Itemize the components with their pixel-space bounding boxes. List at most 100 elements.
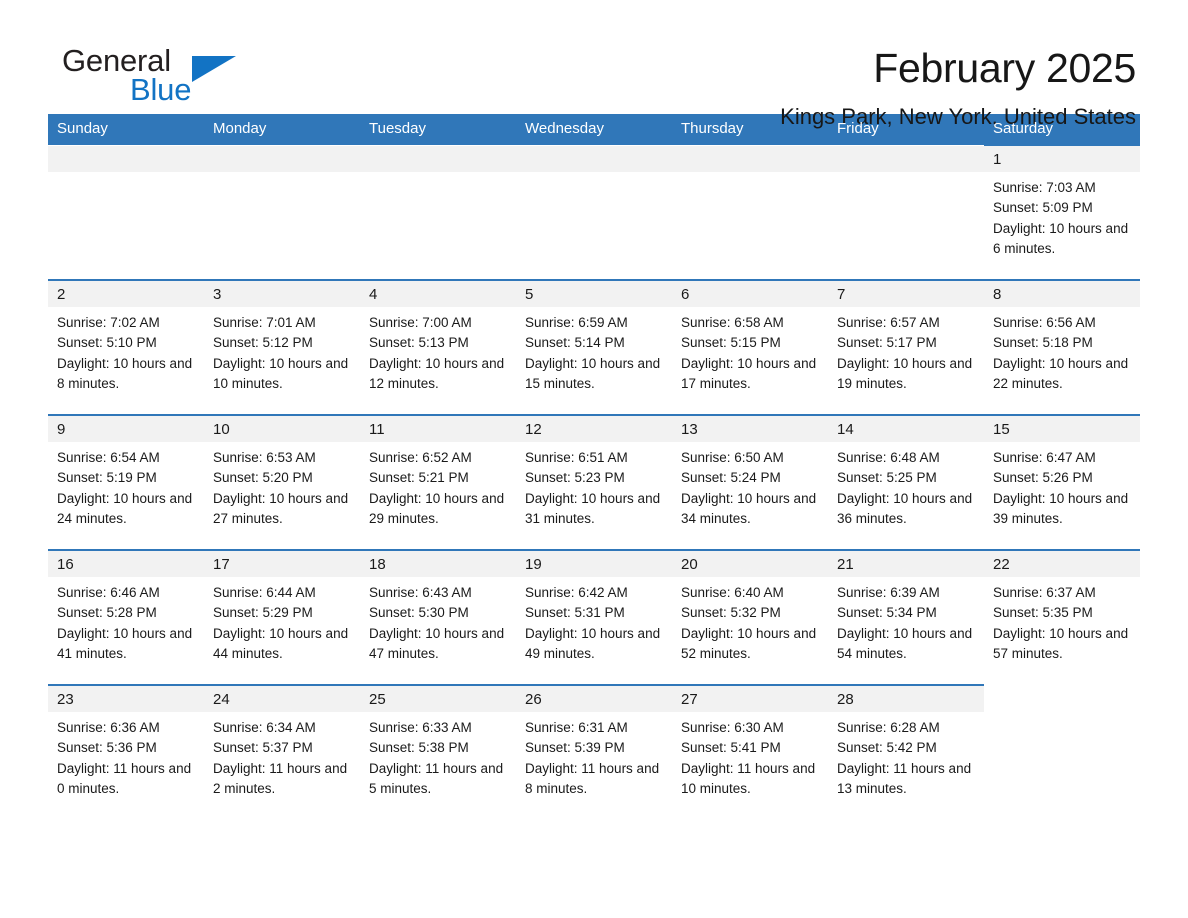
calendar-day-cell[interactable]: 13 Sunrise: 6:50 AM Sunset: 5:24 PM Dayligh… (672, 414, 828, 550)
calendar-week-row: 23 Sunrise: 6:36 AM Sunset: 5:36 PM Dayligh… (48, 684, 1140, 820)
sunset-text: Sunset: 5:20 PM (213, 470, 313, 486)
weekday-header-wednesday: Wednesday (516, 114, 672, 145)
sunrise-text: Sunrise: 6:40 AM (681, 585, 784, 600)
sunset-text: Sunset: 5:09 PM (993, 200, 1093, 216)
daylight-text: Daylight: 10 hours and 47 minutes. (369, 625, 505, 661)
day-details: Sunrise: 6:30 AM Sunset: 5:41 PM Daylight:… (672, 712, 828, 799)
sunrise-text: Sunrise: 6:39 AM (837, 585, 940, 600)
sunset-text: Sunset: 5:30 PM (369, 605, 469, 621)
day-details: Sunrise: 6:39 AM Sunset: 5:34 PM Daylight:… (828, 577, 984, 664)
sunrise-text: Sunrise: 6:30 AM (681, 720, 784, 735)
day-number: 6 (672, 281, 828, 307)
day-number: 19 (516, 551, 672, 577)
day-number (204, 146, 360, 172)
daylight-text: Daylight: 10 hours and 15 minutes. (525, 355, 661, 391)
calendar-day-cell[interactable]: 4 Sunrise: 7:00 AM Sunset: 5:13 PM Daylight… (360, 279, 516, 415)
day-number: 22 (984, 551, 1140, 577)
calendar-day-cell[interactable]: 22 Sunrise: 6:37 AM Sunset: 5:35 PM Dayligh… (984, 549, 1140, 685)
day-number: 18 (360, 551, 516, 577)
day-number (984, 686, 1140, 712)
calendar-day-cell[interactable]: 11 Sunrise: 6:52 AM Sunset: 5:21 PM Dayligh… (360, 414, 516, 550)
daylight-text: Daylight: 10 hours and 8 minutes. (57, 355, 193, 391)
calendar-day-cell[interactable]: 25 Sunrise: 6:33 AM Sunset: 5:38 PM Dayligh… (360, 684, 516, 820)
day-details: Sunrise: 6:57 AM Sunset: 5:17 PM Daylight:… (828, 307, 984, 394)
calendar-day-cell[interactable]: 17 Sunrise: 6:44 AM Sunset: 5:29 PM Dayligh… (204, 549, 360, 685)
sunset-text: Sunset: 5:18 PM (993, 335, 1093, 351)
day-details: Sunrise: 6:52 AM Sunset: 5:21 PM Daylight:… (360, 442, 516, 529)
calendar-day-cell[interactable]: 26 Sunrise: 6:31 AM Sunset: 5:39 PM Dayligh… (516, 684, 672, 820)
calendar-day-cell[interactable]: 18 Sunrise: 6:43 AM Sunset: 5:30 PM Dayligh… (360, 549, 516, 685)
sunset-text: Sunset: 5:42 PM (837, 740, 937, 756)
calendar-day-cell[interactable]: 2 Sunrise: 7:02 AM Sunset: 5:10 PM Daylight… (48, 279, 204, 415)
day-details: Sunrise: 6:50 AM Sunset: 5:24 PM Daylight:… (672, 442, 828, 529)
day-number: 3 (204, 281, 360, 307)
calendar-day-cell[interactable]: 19 Sunrise: 6:42 AM Sunset: 5:31 PM Dayligh… (516, 549, 672, 685)
calendar-day-cell[interactable]: 10 Sunrise: 6:53 AM Sunset: 5:20 PM Dayligh… (204, 414, 360, 550)
calendar-day-cell-empty (672, 145, 828, 280)
calendar-day-cell[interactable]: 24 Sunrise: 6:34 AM Sunset: 5:37 PM Dayligh… (204, 684, 360, 820)
day-number: 20 (672, 551, 828, 577)
daylight-text: Daylight: 10 hours and 44 minutes. (213, 625, 349, 661)
day-details: Sunrise: 6:56 AM Sunset: 5:18 PM Daylight:… (984, 307, 1140, 394)
sunset-text: Sunset: 5:10 PM (57, 335, 157, 351)
page-title: February 2025 (873, 45, 1136, 91)
calendar-day-cell[interactable]: 20 Sunrise: 6:40 AM Sunset: 5:32 PM Dayligh… (672, 549, 828, 685)
sunrise-text: Sunrise: 6:56 AM (993, 315, 1096, 330)
calendar-day-cell[interactable]: 3 Sunrise: 7:01 AM Sunset: 5:12 PM Daylight… (204, 279, 360, 415)
daylight-text: Daylight: 10 hours and 12 minutes. (369, 355, 505, 391)
sunset-text: Sunset: 5:14 PM (525, 335, 625, 351)
sunrise-text: Sunrise: 6:54 AM (57, 450, 160, 465)
calendar-day-cell[interactable]: 7 Sunrise: 6:57 AM Sunset: 5:17 PM Daylight… (828, 279, 984, 415)
sunrise-text: Sunrise: 6:42 AM (525, 585, 628, 600)
calendar-day-cell[interactable]: 16 Sunrise: 6:46 AM Sunset: 5:28 PM Dayligh… (48, 549, 204, 685)
page-header: General Blue February 2025 Kings Park, N… (48, 0, 1140, 130)
sunrise-text: Sunrise: 6:53 AM (213, 450, 316, 465)
sunset-text: Sunset: 5:21 PM (369, 470, 469, 486)
day-number: 5 (516, 281, 672, 307)
calendar-day-cell[interactable]: 6 Sunrise: 6:58 AM Sunset: 5:15 PM Daylight… (672, 279, 828, 415)
page-subtitle: Kings Park, New York, United States (780, 104, 1136, 129)
sunrise-text: Sunrise: 6:52 AM (369, 450, 472, 465)
calendar-day-cell[interactable]: 1 Sunrise: 7:03 AM Sunset: 5:09 PM Daylight… (984, 144, 1140, 280)
day-details: Sunrise: 7:01 AM Sunset: 5:12 PM Daylight:… (204, 307, 360, 394)
sunset-text: Sunset: 5:34 PM (837, 605, 937, 621)
sunset-text: Sunset: 5:17 PM (837, 335, 937, 351)
sunset-text: Sunset: 5:19 PM (57, 470, 157, 486)
calendar-day-cell[interactable]: 5 Sunrise: 6:59 AM Sunset: 5:14 PM Daylight… (516, 279, 672, 415)
calendar-body: 1 Sunrise: 7:03 AM Sunset: 5:09 PM Daylight… (48, 144, 1140, 820)
calendar-day-cell[interactable]: 8 Sunrise: 6:56 AM Sunset: 5:18 PM Daylight… (984, 279, 1140, 415)
calendar-day-cell[interactable]: 21 Sunrise: 6:39 AM Sunset: 5:34 PM Dayligh… (828, 549, 984, 685)
daylight-text: Daylight: 10 hours and 41 minutes. (57, 625, 193, 661)
sunrise-text: Sunrise: 6:51 AM (525, 450, 628, 465)
day-details: Sunrise: 6:34 AM Sunset: 5:37 PM Daylight:… (204, 712, 360, 799)
calendar-day-cell[interactable]: 27 Sunrise: 6:30 AM Sunset: 5:41 PM Dayligh… (672, 684, 828, 820)
calendar-day-cell[interactable]: 23 Sunrise: 6:36 AM Sunset: 5:36 PM Dayligh… (48, 684, 204, 820)
calendar-page: General Blue February 2025 Kings Park, N… (0, 0, 1188, 918)
calendar-day-cell[interactable]: 14 Sunrise: 6:48 AM Sunset: 5:25 PM Dayligh… (828, 414, 984, 550)
generalblue-logo[interactable]: General Blue (48, 44, 248, 116)
sunrise-text: Sunrise: 6:33 AM (369, 720, 472, 735)
sunset-text: Sunset: 5:25 PM (837, 470, 937, 486)
calendar-day-cell[interactable]: 15 Sunrise: 6:47 AM Sunset: 5:26 PM Dayligh… (984, 414, 1140, 550)
calendar-day-cell[interactable]: 12 Sunrise: 6:51 AM Sunset: 5:23 PM Dayligh… (516, 414, 672, 550)
day-details: Sunrise: 6:48 AM Sunset: 5:25 PM Daylight:… (828, 442, 984, 529)
daylight-text: Daylight: 10 hours and 22 minutes. (993, 355, 1129, 391)
day-details: Sunrise: 6:47 AM Sunset: 5:26 PM Daylight:… (984, 442, 1140, 529)
calendar-day-cell[interactable]: 9 Sunrise: 6:54 AM Sunset: 5:19 PM Daylight… (48, 414, 204, 550)
sunset-text: Sunset: 5:26 PM (993, 470, 1093, 486)
daylight-text: Daylight: 10 hours and 34 minutes. (681, 490, 817, 526)
daylight-text: Daylight: 10 hours and 27 minutes. (213, 490, 349, 526)
sunset-text: Sunset: 5:41 PM (681, 740, 781, 756)
day-number (828, 146, 984, 172)
day-number: 14 (828, 416, 984, 442)
sunrise-text: Sunrise: 7:03 AM (993, 180, 1096, 195)
daylight-text: Daylight: 11 hours and 13 minutes. (837, 760, 972, 796)
calendar-week-row: 16 Sunrise: 6:46 AM Sunset: 5:28 PM Dayligh… (48, 549, 1140, 685)
day-number: 28 (828, 686, 984, 712)
day-number: 10 (204, 416, 360, 442)
day-number: 15 (984, 416, 1140, 442)
day-details: Sunrise: 7:03 AM Sunset: 5:09 PM Daylight:… (984, 172, 1140, 259)
day-number: 8 (984, 281, 1140, 307)
day-details: Sunrise: 6:33 AM Sunset: 5:38 PM Daylight:… (360, 712, 516, 799)
calendar-day-cell[interactable]: 28 Sunrise: 6:28 AM Sunset: 5:42 PM Dayligh… (828, 684, 984, 820)
